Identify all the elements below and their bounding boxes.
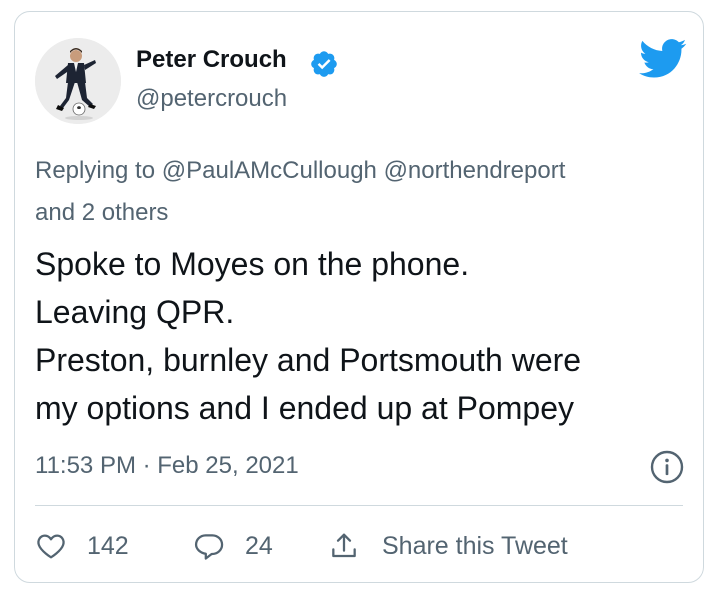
share-button[interactable]: Share this Tweet (328, 524, 568, 568)
verified-badge-icon (311, 51, 337, 77)
tweet-text-line: my options and I ended up at Pompey (35, 390, 575, 426)
twitter-bird-icon[interactable] (639, 38, 687, 80)
reply-prefix: Replying to (35, 157, 156, 184)
heart-icon (37, 534, 65, 559)
avatar-photo (35, 38, 121, 124)
like-button[interactable]: 142 (35, 524, 129, 568)
tweet-text-line: Spoke to Moyes on the phone. (35, 246, 470, 282)
share-upload-icon (332, 533, 356, 558)
tweet-text-line: Preston, burnley and Portsmouth were (35, 342, 582, 378)
reply-mention[interactable]: @northendreport (384, 157, 566, 184)
divider (35, 505, 683, 506)
share-label: Share this Tweet (382, 531, 568, 560)
reply-mention[interactable]: @PaulAMcCullough (162, 157, 377, 184)
avatar[interactable] (35, 38, 121, 124)
like-count: 142 (87, 531, 129, 560)
info-icon[interactable] (649, 449, 685, 485)
speech-bubble-icon (194, 534, 224, 560)
reply-button[interactable]: 24 (193, 524, 273, 568)
tweet-timestamp[interactable]: 11:53 PM · Feb 25, 2021 (35, 452, 299, 480)
tweet-card[interactable]: Peter Crouch @petercrouch Replying to @P… (14, 11, 704, 583)
display-name[interactable]: Peter Crouch (136, 46, 287, 74)
tweet-text: Spoke to Moyes on the phone. Leaving QPR… (35, 240, 695, 432)
handle[interactable]: @petercrouch (136, 85, 287, 113)
reply-others-link[interactable]: and 2 others (35, 199, 168, 226)
reply-count: 24 (245, 531, 273, 560)
tweet-text-line: Leaving QPR. (35, 294, 235, 330)
action-bar: 142 24 Share this Tweet (35, 524, 685, 568)
reply-context: Replying to @PaulAMcCullough @northendre… (35, 150, 685, 234)
